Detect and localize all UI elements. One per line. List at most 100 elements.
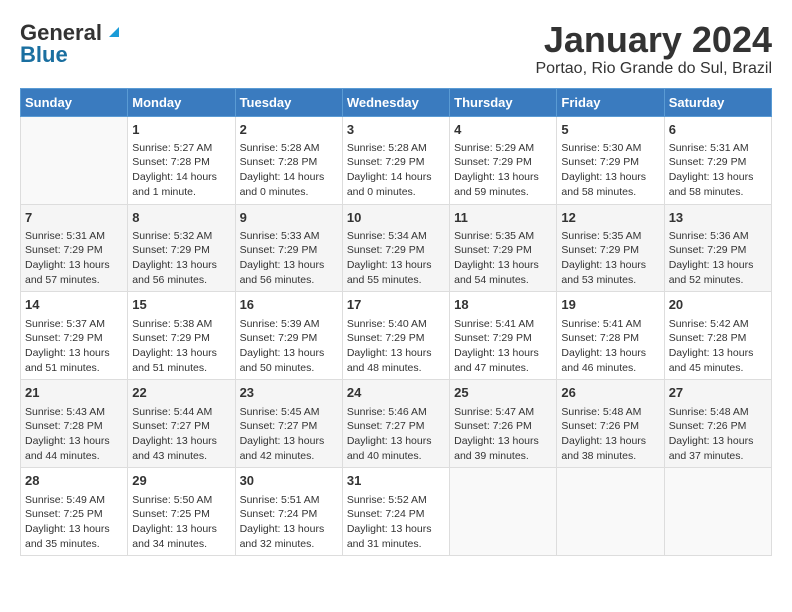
header-row: SundayMondayTuesdayWednesdayThursdayFrid…: [21, 88, 772, 116]
cell-info-line: Sunset: 7:29 PM: [561, 243, 659, 258]
calendar-week-3: 14Sunrise: 5:37 AMSunset: 7:29 PMDayligh…: [21, 292, 772, 380]
cell-info-line: Sunrise: 5:39 AM: [240, 317, 338, 332]
cell-info-line: Sunset: 7:29 PM: [25, 331, 123, 346]
cell-info-line: and 0 minutes.: [240, 185, 338, 200]
cell-info-line: Sunset: 7:26 PM: [561, 419, 659, 434]
day-number: 21: [25, 384, 123, 402]
cell-info-line: Daylight: 13 hours: [561, 346, 659, 361]
day-number: 28: [25, 472, 123, 490]
cell-info-line: Sunrise: 5:28 AM: [347, 141, 445, 156]
cell-info-line: Sunrise: 5:48 AM: [669, 405, 767, 420]
cell-info-line: Daylight: 13 hours: [454, 170, 552, 185]
logo-arrow-icon: [105, 23, 123, 46]
cell-info-line: and 59 minutes.: [454, 185, 552, 200]
calendar-cell: 14 Sunrise: 5:37 AMSunset: 7:29 PMDayligh…: [21, 292, 128, 380]
cell-info-line: Sunset: 7:29 PM: [132, 331, 230, 346]
cell-info-line: and 55 minutes.: [347, 273, 445, 288]
cell-info-line: Sunrise: 5:37 AM: [25, 317, 123, 332]
day-number: 15: [132, 296, 230, 314]
cell-info-line: and 56 minutes.: [240, 273, 338, 288]
cell-info-line: and 0 minutes.: [347, 185, 445, 200]
day-number: 17: [347, 296, 445, 314]
cell-info-line: and 40 minutes.: [347, 449, 445, 464]
day-number: 9: [240, 209, 338, 227]
calendar-cell: 30Sunrise: 5:51 AMSunset: 7:24 PMDayligh…: [235, 468, 342, 556]
calendar-cell: [450, 468, 557, 556]
cell-info-line: Sunrise: 5:44 AM: [132, 405, 230, 420]
cell-info-line: Sunrise: 5:43 AM: [25, 405, 123, 420]
day-number: 27: [669, 384, 767, 402]
day-number: 29: [132, 472, 230, 490]
cell-info-line: Sunset: 7:28 PM: [132, 155, 230, 170]
day-number: 1: [132, 121, 230, 139]
cell-info-line: Sunset: 7:29 PM: [25, 243, 123, 258]
cell-info-line: and 50 minutes.: [240, 361, 338, 376]
calendar-cell: 22Sunrise: 5:44 AMSunset: 7:27 PMDayligh…: [128, 380, 235, 468]
calendar-cell: [21, 116, 128, 204]
cell-info-line: Daylight: 13 hours: [669, 434, 767, 449]
cell-info-line: Daylight: 13 hours: [240, 522, 338, 537]
cell-info-line: Daylight: 13 hours: [25, 258, 123, 273]
cell-info-line: and 35 minutes.: [25, 537, 123, 552]
cell-info-line: Sunrise: 5:30 AM: [561, 141, 659, 156]
calendar-table: SundayMondayTuesdayWednesdayThursdayFrid…: [20, 88, 772, 557]
header-thursday: Thursday: [450, 88, 557, 116]
cell-info-line: and 56 minutes.: [132, 273, 230, 288]
cell-info-line: Sunset: 7:29 PM: [240, 331, 338, 346]
cell-info-line: and 32 minutes.: [240, 537, 338, 552]
header-wednesday: Wednesday: [342, 88, 449, 116]
calendar-week-2: 7Sunrise: 5:31 AMSunset: 7:29 PMDaylight…: [21, 204, 772, 292]
day-number: 31: [347, 472, 445, 490]
calendar-cell: 8Sunrise: 5:32 AMSunset: 7:29 PMDaylight…: [128, 204, 235, 292]
cell-info-line: and 44 minutes.: [25, 449, 123, 464]
day-number: 14: [25, 296, 123, 314]
calendar-week-5: 28Sunrise: 5:49 AMSunset: 7:25 PMDayligh…: [21, 468, 772, 556]
calendar-cell: 24Sunrise: 5:46 AMSunset: 7:27 PMDayligh…: [342, 380, 449, 468]
cell-info-line: and 45 minutes.: [669, 361, 767, 376]
cell-info-line: Sunset: 7:27 PM: [240, 419, 338, 434]
calendar-cell: 4Sunrise: 5:29 AMSunset: 7:29 PMDaylight…: [450, 116, 557, 204]
cell-info-line: Sunset: 7:24 PM: [347, 507, 445, 522]
cell-info-line: Daylight: 13 hours: [561, 170, 659, 185]
cell-info-line: Sunrise: 5:52 AM: [347, 493, 445, 508]
cell-info-line: Sunrise: 5:34 AM: [347, 229, 445, 244]
cell-info-line: Sunset: 7:29 PM: [240, 243, 338, 258]
cell-info-line: Daylight: 13 hours: [25, 346, 123, 361]
cell-info-line: Sunset: 7:26 PM: [454, 419, 552, 434]
cell-info-line: and 51 minutes.: [132, 361, 230, 376]
cell-info-line: Sunrise: 5:31 AM: [669, 141, 767, 156]
day-number: 25: [454, 384, 552, 402]
cell-info-line: Sunrise: 5:36 AM: [669, 229, 767, 244]
calendar-cell: 16Sunrise: 5:39 AMSunset: 7:29 PMDayligh…: [235, 292, 342, 380]
cell-info-line: Sunset: 7:25 PM: [25, 507, 123, 522]
calendar-header: SundayMondayTuesdayWednesdayThursdayFrid…: [21, 88, 772, 116]
calendar-week-1: 1 Sunrise: 5:27 AMSunset: 7:28 PM Daylight…: [21, 116, 772, 204]
cell-info-line: and 43 minutes.: [132, 449, 230, 464]
cell-info-line: Sunrise: 5:28 AM: [240, 141, 338, 156]
cell-info-line: Daylight: 13 hours: [25, 522, 123, 537]
cell-info-line: Sunrise: 5:29 AM: [454, 141, 552, 156]
month-title: January 2024: [535, 20, 772, 60]
day-number: 11: [454, 209, 552, 227]
cell-info-line: and 1 minute.: [132, 185, 230, 200]
calendar-cell: 11Sunrise: 5:35 AMSunset: 7:29 PMDayligh…: [450, 204, 557, 292]
header-friday: Friday: [557, 88, 664, 116]
calendar-cell: 5Sunrise: 5:30 AMSunset: 7:29 PMDaylight…: [557, 116, 664, 204]
cell-info-line: and 52 minutes.: [669, 273, 767, 288]
cell-info-line: Sunrise: 5:27 AM: [132, 141, 230, 156]
calendar-cell: 27Sunrise: 5:48 AMSunset: 7:26 PMDayligh…: [664, 380, 771, 468]
calendar-cell: 2Sunrise: 5:28 AMSunset: 7:28 PMDaylight…: [235, 116, 342, 204]
page-header: General Blue January 2024 Portao, Rio Gr…: [20, 20, 772, 78]
cell-info-line: Sunset: 7:29 PM: [347, 155, 445, 170]
cell-info-line: Daylight: 13 hours: [347, 258, 445, 273]
logo-blue-text: Blue: [20, 42, 68, 68]
day-number: 26: [561, 384, 659, 402]
logo: General Blue: [20, 20, 123, 68]
calendar-cell: 3Sunrise: 5:28 AMSunset: 7:29 PMDaylight…: [342, 116, 449, 204]
day-number: 30: [240, 472, 338, 490]
cell-info-line: and 51 minutes.: [25, 361, 123, 376]
cell-info-line: Sunrise: 5:51 AM: [240, 493, 338, 508]
cell-info-line: Sunset: 7:29 PM: [561, 155, 659, 170]
day-number: 8: [132, 209, 230, 227]
cell-info-line: Daylight: 14 hours: [347, 170, 445, 185]
